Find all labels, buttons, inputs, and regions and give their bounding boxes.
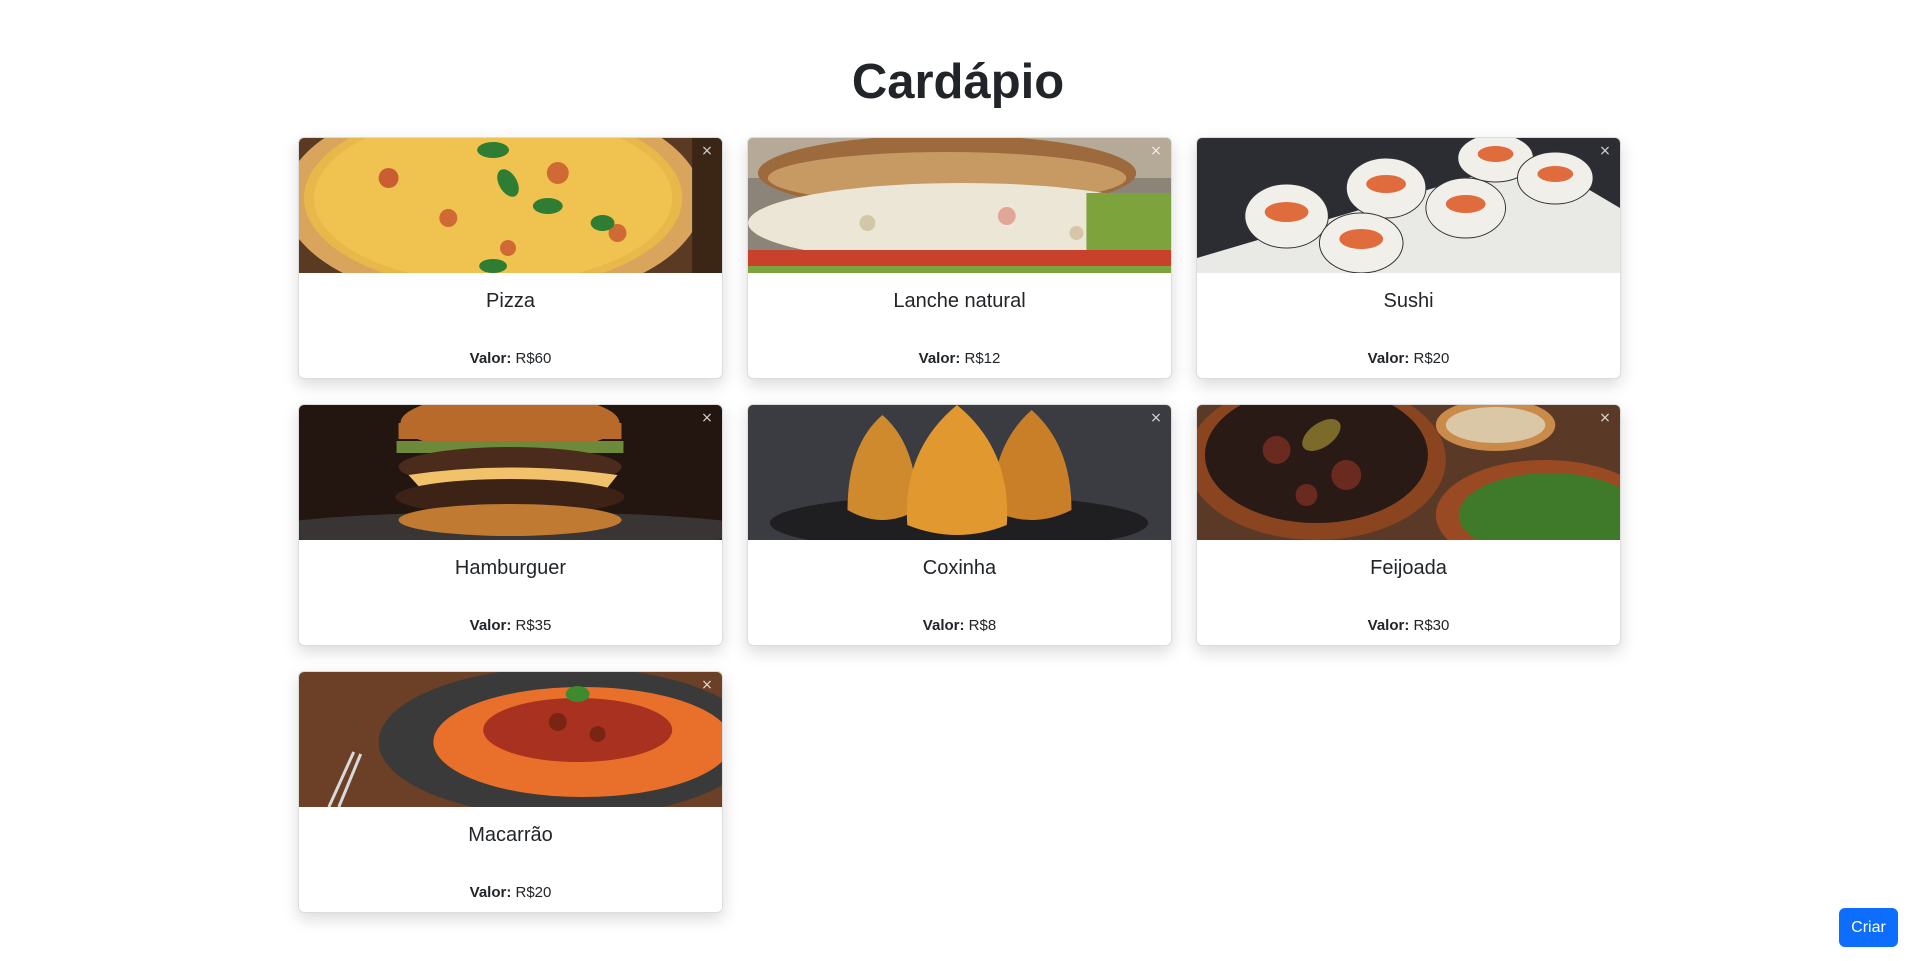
price-value: R$20 <box>1413 350 1450 367</box>
close-icon[interactable]: × <box>700 678 714 692</box>
close-icon[interactable]: × <box>700 144 714 158</box>
card-title: Macarrão <box>468 824 553 846</box>
close-icon[interactable]: × <box>1149 144 1163 158</box>
menu-card: × Sushi Valor: R$20 <box>1196 137 1621 379</box>
card-price: Valor: R$20 <box>1197 350 1620 368</box>
menu-card: × Pizza Valor: R$60 <box>298 137 723 379</box>
sushi-image: × <box>1197 138 1620 273</box>
page-title: Cardápio <box>851 55 1065 109</box>
card-price: Valor: R$35 <box>299 617 722 635</box>
close-icon[interactable]: × <box>700 411 714 425</box>
price-value: R$35 <box>515 617 552 634</box>
price-value: R$30 <box>1413 617 1450 634</box>
feijoada-image: × <box>1197 405 1620 540</box>
price-label: Valor: <box>469 350 512 367</box>
pizza-image: × <box>299 138 722 273</box>
create-button[interactable]: Criar <box>1839 908 1898 947</box>
close-icon[interactable]: × <box>1598 411 1612 425</box>
menu-card: × Lanche natural Valor: R$12 <box>747 137 1172 379</box>
card-title: Pizza <box>486 290 535 312</box>
price-value: R$8 <box>968 617 997 634</box>
burger-image: × <box>299 405 722 540</box>
menu-card: × Hamburguer Valor: R$35 <box>298 404 723 646</box>
close-icon[interactable]: × <box>1149 411 1163 425</box>
card-price: Valor: R$60 <box>299 350 722 368</box>
card-price: Valor: R$20 <box>299 884 722 902</box>
close-icon[interactable]: × <box>1598 144 1612 158</box>
price-label: Valor: <box>1367 617 1410 634</box>
card-price: Valor: R$8 <box>748 617 1171 635</box>
card-title: Sushi <box>1383 290 1434 312</box>
card-title: Feijoada <box>1370 557 1447 579</box>
price-label: Valor: <box>469 884 512 901</box>
price-value: R$12 <box>964 350 1001 367</box>
card-title: Hamburguer <box>454 557 567 579</box>
price-label: Valor: <box>1367 350 1410 367</box>
card-title: Coxinha <box>922 557 997 579</box>
coxinha-image: × <box>748 405 1171 540</box>
price-value: R$60 <box>515 350 552 367</box>
page: Cardápio × Pizza Valor: R$60 × Lanche na… <box>0 0 1916 961</box>
sandwich-image: × <box>748 138 1171 273</box>
price-label: Valor: <box>922 617 965 634</box>
card-price: Valor: R$12 <box>748 350 1171 368</box>
card-title: Lanche natural <box>893 290 1026 312</box>
menu-card: × Feijoada Valor: R$30 <box>1196 404 1621 646</box>
menu-card: × Coxinha Valor: R$8 <box>747 404 1172 646</box>
price-label: Valor: <box>469 617 512 634</box>
menu-card: × Macarrão Valor: R$20 <box>298 671 723 913</box>
menu-grid: × Pizza Valor: R$60 × Lanche natural Val… <box>298 137 1621 913</box>
price-label: Valor: <box>918 350 961 367</box>
card-price: Valor: R$30 <box>1197 617 1620 635</box>
price-value: R$20 <box>515 884 552 901</box>
spaghetti-image: × <box>299 672 722 807</box>
